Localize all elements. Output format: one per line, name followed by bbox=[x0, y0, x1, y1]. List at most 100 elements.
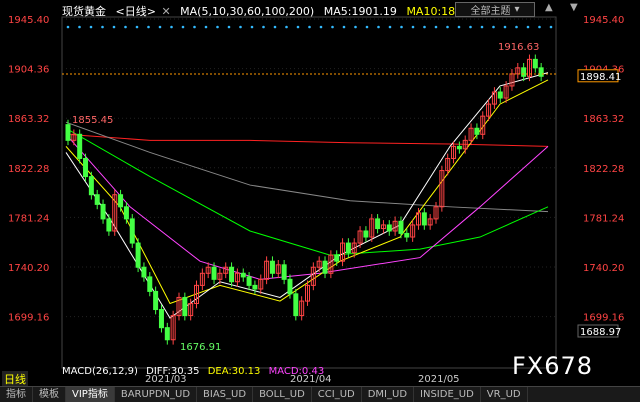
marker-dot bbox=[365, 25, 369, 29]
candle-body bbox=[141, 266, 147, 278]
marker-dot bbox=[158, 25, 162, 29]
candle-body bbox=[334, 254, 340, 262]
candlestick-chart[interactable]: 1945.401945.401904.361904.361863.321863.… bbox=[0, 0, 640, 401]
candle-body bbox=[398, 220, 404, 234]
marker-dot bbox=[112, 25, 116, 29]
marker-dot bbox=[296, 25, 300, 29]
symbol-name: 现货黄金 bbox=[62, 5, 106, 18]
ma5-value: MA5:1901.19 bbox=[323, 5, 397, 18]
candle-body bbox=[521, 67, 527, 77]
watermark: FX678 bbox=[512, 352, 594, 380]
marker-dot bbox=[549, 25, 553, 29]
candle-body bbox=[532, 58, 538, 69]
candle-body bbox=[281, 264, 287, 280]
y-axis-label-left: 1740.20 bbox=[8, 263, 49, 274]
candle-body bbox=[363, 230, 369, 238]
candle-body bbox=[229, 266, 235, 283]
marker-dot bbox=[101, 25, 104, 29]
candle-body bbox=[404, 232, 410, 238]
candle-body bbox=[118, 194, 124, 208]
tab-3[interactable]: BARUPDN_UD bbox=[115, 387, 198, 402]
y-axis-label-right: 1699.16 bbox=[583, 313, 624, 324]
collapse-down-icon[interactable]: ▼ bbox=[570, 2, 578, 13]
tab-5[interactable]: BOLL_UD bbox=[253, 387, 312, 402]
tab-8[interactable]: INSIDE_UD bbox=[414, 387, 481, 402]
marker-dot bbox=[319, 25, 323, 29]
marker-dot bbox=[342, 25, 346, 29]
marker-dot bbox=[492, 25, 495, 29]
x-axis-label: 2021/05 bbox=[418, 374, 460, 385]
marker-dot bbox=[216, 25, 219, 29]
low-annotation: 1676.91 bbox=[180, 342, 221, 353]
marker-dot bbox=[250, 25, 254, 29]
marker-dot bbox=[308, 25, 311, 29]
candle-body bbox=[293, 293, 299, 317]
candle-body bbox=[94, 194, 100, 205]
candle-body bbox=[77, 133, 83, 159]
candle-body bbox=[182, 296, 188, 317]
macd-value: MACD:0.43 bbox=[268, 366, 325, 377]
marker-dot bbox=[457, 25, 461, 29]
marker-dot bbox=[423, 25, 426, 29]
candle-body bbox=[129, 218, 135, 244]
candle-body bbox=[538, 67, 544, 77]
y-axis-label-right: 1863.32 bbox=[583, 114, 624, 125]
candle-body bbox=[164, 327, 170, 341]
marker-dot bbox=[354, 25, 357, 29]
tab-9[interactable]: VR_UD bbox=[481, 387, 528, 402]
marker-dot bbox=[135, 25, 139, 29]
marker-dot bbox=[480, 25, 484, 29]
y-axis-label-right: 1781.24 bbox=[583, 213, 624, 224]
marker-dot bbox=[227, 25, 231, 29]
tab-6[interactable]: CCI_UD bbox=[312, 387, 362, 402]
macd-label: MACD(26,12,9) bbox=[62, 366, 138, 377]
period-tag[interactable]: <日线> bbox=[116, 5, 156, 18]
candle-body bbox=[269, 260, 275, 274]
marker-dot bbox=[262, 25, 265, 29]
candle-body bbox=[375, 218, 381, 230]
bottom-price-label: 1688.97 bbox=[580, 327, 621, 338]
tab-4[interactable]: BIAS_UD bbox=[197, 387, 254, 402]
period-button[interactable]: 日线 bbox=[2, 371, 28, 387]
candle-body bbox=[88, 176, 94, 196]
tab-1[interactable]: 模板 bbox=[33, 387, 66, 402]
candle-body bbox=[322, 260, 328, 274]
marker-dot bbox=[124, 25, 127, 29]
candle-body bbox=[65, 124, 71, 141]
marker-dot bbox=[503, 25, 507, 29]
marker-dot bbox=[181, 25, 185, 29]
marker-dot bbox=[285, 25, 288, 29]
tab-0[interactable]: 指标 bbox=[0, 387, 33, 402]
marker-dot bbox=[515, 25, 518, 29]
close-icon[interactable]: ✕ bbox=[161, 5, 170, 18]
current-price-label: 1898.41 bbox=[580, 72, 621, 83]
high-annotation: 1916.63 bbox=[498, 42, 539, 53]
candle-body bbox=[147, 276, 153, 292]
indicator-tabs: 指标 模板 VIP指标 BARUPDN_UD BIAS_UD BOLL_UD CCI_UD D… bbox=[0, 386, 640, 402]
candle-body bbox=[158, 309, 164, 329]
macd-diff: DIFF:30.35 bbox=[146, 366, 200, 377]
y-axis-label-right: 1945.40 bbox=[583, 15, 624, 26]
theme-select[interactable]: 全部主题 ▾ bbox=[455, 2, 535, 17]
candle-body bbox=[246, 276, 252, 286]
candle-body bbox=[345, 242, 351, 254]
marker-dot bbox=[388, 25, 392, 29]
candle-body bbox=[100, 203, 106, 220]
tab-2[interactable]: VIP指标 bbox=[66, 387, 115, 402]
marker-dot bbox=[400, 25, 403, 29]
y-axis-label-left: 1945.40 bbox=[8, 15, 49, 26]
y-axis-label-right: 1740.20 bbox=[583, 263, 624, 274]
marker-dot bbox=[469, 25, 472, 29]
marker-dot bbox=[170, 25, 173, 29]
y-axis-label-left: 1699.16 bbox=[8, 313, 49, 324]
marker-dot bbox=[273, 25, 277, 29]
candle-body bbox=[153, 290, 159, 311]
candle-body bbox=[386, 224, 392, 232]
candle-body bbox=[123, 206, 129, 220]
marker-dot bbox=[66, 25, 70, 29]
collapse-up-icon[interactable]: ▲ bbox=[545, 2, 553, 13]
y-axis-label-right: 1822.28 bbox=[583, 164, 624, 175]
y-axis-label-left: 1822.28 bbox=[8, 164, 49, 175]
tab-7[interactable]: DMI_UD bbox=[362, 387, 415, 402]
marker-dot bbox=[147, 25, 150, 29]
